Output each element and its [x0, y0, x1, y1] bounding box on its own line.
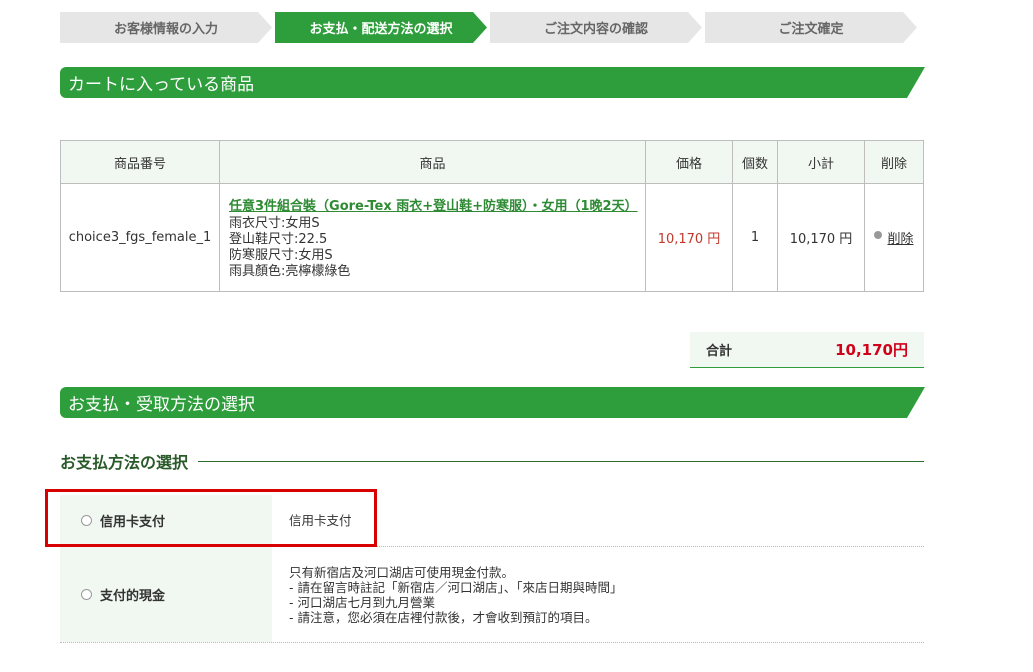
total-box: 合計 10,170円	[690, 332, 924, 368]
header-delete: 削除	[864, 140, 924, 184]
payment-method-heading: お支払方法の選択	[60, 450, 924, 472]
product-option: 防寒服尺寸:女用S	[229, 248, 333, 263]
total-value: 10,170円	[835, 341, 908, 359]
product-option: 雨具顏色:亮檸檬綠色	[229, 264, 351, 279]
header-qty: 個数	[732, 140, 778, 184]
product-qty: 1	[732, 183, 778, 292]
product-price: 10,170 円	[645, 183, 733, 292]
cart-section-title: カートに入っている商品	[68, 75, 255, 95]
heading-divider	[198, 460, 924, 462]
product-name-link[interactable]: 任意3件組合裝（Gore-Tex 雨衣+登山鞋+防寒服）・女用（1晚2天）	[229, 195, 645, 214]
table-row: choice3_fgs_female_1 任意3件組合裝（Gore-Tex 雨衣…	[60, 183, 924, 292]
payment-section-title: お支払・受取方法の選択	[68, 395, 255, 415]
header-subtotal: 小計	[777, 140, 865, 184]
product-code: choice3_fgs_female_1	[60, 183, 220, 292]
delete-icon	[874, 230, 883, 239]
payment-section-header: お支払・受取方法の選択	[60, 387, 925, 418]
step-order-complete: ご注文確定	[705, 12, 917, 43]
table-header-row: 商品番号 商品 価格 個数 小計 削除	[60, 140, 924, 184]
step-customer-info: お客様情報の入力	[60, 12, 272, 43]
cash-description-line: - 請注意，您必須在店裡付款後，才會收到預訂的項目。	[289, 609, 598, 625]
cart-section-header: カートに入っている商品	[60, 67, 925, 98]
product-option: 雨衣尺寸:女用S	[229, 216, 320, 231]
step-order-confirm: ご注文内容の確認	[490, 12, 702, 43]
delete-link[interactable]: 削除	[887, 228, 913, 247]
checkout-steps: お客様情報の入力 お支払・配送方法の選択 ご注文内容の確認 ご注文確定	[60, 12, 930, 44]
header-code: 商品番号	[60, 140, 220, 184]
product-cell: 任意3件組合裝（Gore-Tex 雨衣+登山鞋+防寒服）・女用（1晚2天） 雨衣…	[219, 183, 646, 292]
cash-label[interactable]: 支付的現金	[100, 585, 165, 604]
payment-option-cash[interactable]: 支付的現金 只有新宿店及河口湖店可使用現金付款。 - 請在留言時註記「新宿店／河…	[60, 547, 924, 643]
highlight-box	[45, 489, 377, 547]
payment-option-label-cell[interactable]: 支付的現金	[60, 547, 272, 642]
cash-radio[interactable]	[81, 589, 92, 600]
payment-option-description: 只有新宿店及河口湖店可使用現金付款。 - 請在留言時註記「新宿店／河口湖店」、「…	[272, 547, 623, 642]
cash-description-line: - 請在留言時註記「新宿店／河口湖店」、「來店日期與時間」	[289, 579, 623, 595]
delete-button[interactable]: 削除	[874, 228, 914, 247]
total-label: 合計	[706, 344, 733, 359]
product-option: 登山鞋尺寸:22.5	[229, 232, 328, 247]
header-price: 価格	[645, 140, 733, 184]
delete-cell: 削除	[864, 183, 924, 292]
cash-description-line: - 河口湖店七月到九月營業	[289, 594, 435, 610]
product-subtotal: 10,170 円	[777, 183, 865, 292]
payment-method-heading-text: お支払方法の選択	[60, 453, 189, 472]
step-payment-delivery: お支払・配送方法の選択	[275, 12, 487, 43]
cash-description-line: 只有新宿店及河口湖店可使用現金付款。	[289, 564, 515, 580]
cart-table: 商品番号 商品 価格 個数 小計 削除 choice3_fgs_female_1…	[60, 140, 924, 292]
header-product: 商品	[219, 140, 646, 184]
